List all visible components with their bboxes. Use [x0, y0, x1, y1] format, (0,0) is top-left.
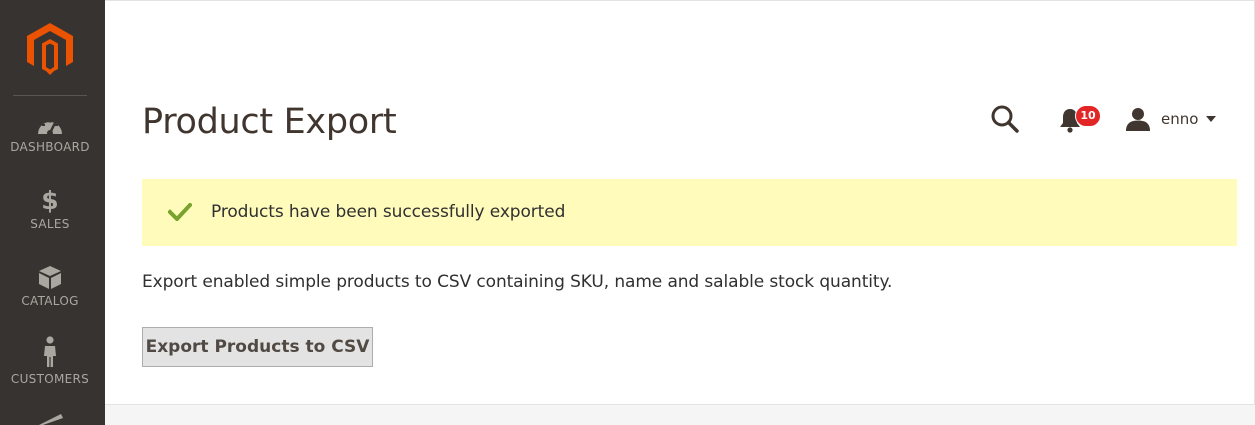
- box-icon: [39, 266, 61, 289]
- page-title: Product Export: [142, 102, 397, 142]
- sidebar-item-sales[interactable]: $ SALES: [0, 187, 100, 231]
- success-message-text: Products have been successfully exported: [211, 202, 566, 222]
- sidebar-item-label: DASHBOARD: [10, 140, 90, 154]
- dashboard-gauge-icon: [38, 120, 62, 136]
- person-icon: [44, 336, 56, 367]
- sidebar-item-label: SALES: [30, 217, 70, 231]
- sidebar-item-dashboard[interactable]: DASHBOARD: [0, 114, 100, 154]
- user-account-menu[interactable]: enno: [1125, 104, 1217, 134]
- page-content: Product Export 10 enno Products have bee…: [105, 0, 1255, 405]
- search-icon[interactable]: [990, 104, 1020, 134]
- user-icon: [1126, 108, 1150, 131]
- sidebar-next-item-icon[interactable]: [37, 414, 63, 425]
- dollar-icon: $: [41, 187, 58, 213]
- checkmark-icon: [168, 203, 192, 221]
- notifications-button[interactable]: 10: [1057, 102, 1105, 136]
- sidebar-item-label: CATALOG: [21, 294, 79, 308]
- user-name: enno: [1161, 110, 1199, 128]
- svg-text:$: $: [41, 187, 58, 213]
- export-products-button[interactable]: Export Products to CSV: [142, 327, 373, 367]
- sidebar-divider: [13, 95, 87, 96]
- admin-sidebar: DASHBOARD $ SALES CATALOG CUSTOMERS: [0, 0, 105, 425]
- notification-count-badge: 10: [1075, 105, 1101, 127]
- sidebar-item-label: CUSTOMERS: [10, 372, 90, 386]
- page-footer: [105, 404, 1255, 425]
- sidebar-item-catalog[interactable]: CATALOG: [0, 265, 100, 308]
- export-description: Export enabled simple products to CSV co…: [142, 272, 893, 292]
- chevron-down-icon: [1206, 116, 1217, 122]
- success-message: Products have been successfully exported: [142, 179, 1237, 246]
- magento-logo-icon[interactable]: [27, 23, 73, 75]
- sidebar-item-customers[interactable]: CUSTOMERS: [0, 336, 100, 386]
